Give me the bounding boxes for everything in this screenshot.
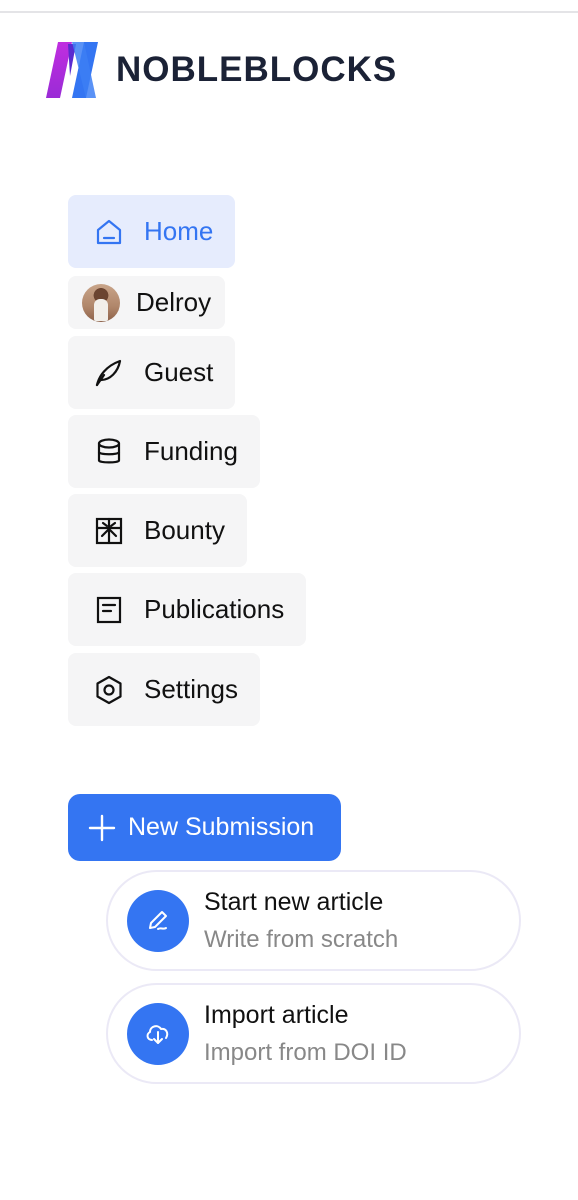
new-submission-button[interactable]: New Submission — [68, 794, 341, 861]
brand-name: NOBLEBLOCKS — [116, 50, 398, 89]
import-article-option[interactable]: Import article Import from DOI ID — [106, 983, 521, 1084]
sidebar-item-label: Funding — [144, 436, 238, 466]
option-subtitle: Import from DOI ID — [204, 1038, 407, 1066]
sidebar-item-label: Bounty — [144, 515, 225, 545]
plus-icon — [88, 814, 116, 842]
sidebar-item-publications[interactable]: Publications — [68, 573, 307, 646]
sidebar-item-settings[interactable]: Settings — [68, 653, 260, 726]
pen-icon — [127, 889, 189, 952]
sidebar-item-profile[interactable]: Delroy — [68, 276, 226, 329]
database-icon — [94, 437, 124, 467]
home-icon — [94, 217, 124, 247]
avatar — [82, 283, 120, 322]
hexagon-settings-icon — [94, 675, 124, 705]
start-new-article-option[interactable]: Start new article Write from scratch — [106, 870, 521, 971]
sidebar-item-label: Settings — [144, 674, 238, 704]
sidebar-item-home[interactable]: Home — [68, 195, 236, 268]
sidebar-item-label: Guest — [144, 357, 214, 387]
bounty-icon — [94, 516, 124, 546]
option-title: Start new article — [204, 887, 384, 916]
nobleblocks-logo-icon — [46, 42, 98, 98]
profile-name: Delroy — [136, 287, 212, 317]
feather-icon — [94, 358, 124, 388]
cloud-download-icon — [127, 1002, 189, 1065]
sidebar-item-guest[interactable]: Guest — [68, 336, 236, 409]
option-title: Import article — [204, 1000, 349, 1029]
sidebar-item-bounty[interactable]: Bounty — [68, 494, 247, 567]
sidebar-item-label: Publications — [144, 594, 285, 624]
sidebar-item-funding[interactable]: Funding — [68, 415, 260, 488]
option-subtitle: Write from scratch — [204, 925, 399, 953]
sidebar-item-label: Home — [144, 216, 214, 246]
document-icon — [94, 595, 124, 625]
new-submission-label: New Submission — [128, 813, 315, 841]
brand[interactable]: NOBLEBLOCKS — [46, 40, 397, 100]
top-divider — [0, 11, 578, 13]
